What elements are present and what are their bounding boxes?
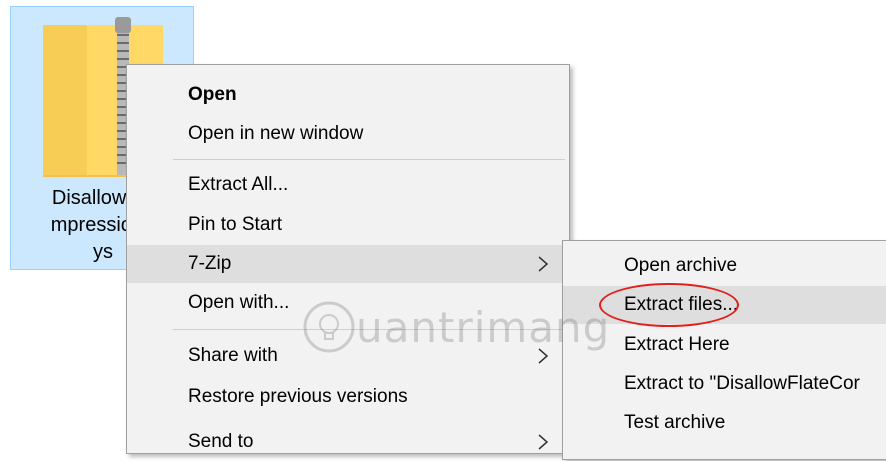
submenu-item-test-archive[interactable]: Test archive: [563, 404, 886, 442]
menu-item-label: Restore previous versions: [188, 386, 408, 407]
submenu-item-extract-files[interactable]: Extract files...: [563, 283, 886, 327]
chevron-right-icon: [538, 256, 549, 272]
menu-item-pin-to-start[interactable]: Pin to Start: [127, 206, 569, 244]
submenu-item-label: Extract Here: [624, 334, 730, 355]
submenu-item-label: Test archive: [624, 412, 726, 433]
menu-item-label: Send to: [188, 431, 254, 452]
menu-item-share-with[interactable]: Share with: [127, 337, 569, 375]
menu-item-send-to[interactable]: Send to: [127, 423, 569, 461]
submenu-item-label: Extract to "DisallowFlateCor: [624, 373, 860, 394]
submenu-item-extract-to[interactable]: Extract to "DisallowFlateCor: [563, 365, 886, 403]
submenu-item-extract-here[interactable]: Extract Here: [563, 326, 886, 364]
menu-separator: [173, 159, 565, 160]
menu-item-label: 7-Zip: [188, 253, 232, 274]
menu-item-label: Extract All...: [188, 174, 289, 195]
submenu-item-open-archive[interactable]: Open archive: [563, 247, 886, 285]
menu-item-extract-all[interactable]: Extract All...: [127, 166, 569, 204]
submenu-item-label: Extract files...: [624, 294, 739, 315]
submenu-7zip: Open archive Extract files... Extract He…: [562, 240, 886, 460]
menu-separator: [173, 329, 565, 330]
chevron-right-icon: [538, 434, 549, 450]
menu-item-label: Open in new window: [188, 123, 364, 144]
menu-item-open-with[interactable]: Open with...: [127, 284, 569, 322]
chevron-right-icon: [538, 348, 549, 364]
menu-item-label: Open: [188, 84, 237, 105]
menu-item-label: Open with...: [188, 292, 290, 313]
submenu-item-label: Open archive: [624, 255, 738, 276]
menu-item-label: Pin to Start: [188, 214, 282, 235]
menu-item-restore-previous-versions[interactable]: Restore previous versions: [127, 378, 569, 416]
menu-item-label: Share with: [188, 345, 278, 366]
menu-item-7zip[interactable]: 7-Zip: [127, 245, 569, 283]
menu-item-open-new-window[interactable]: Open in new window: [127, 115, 569, 153]
menu-item-open[interactable]: Open: [127, 76, 569, 114]
context-menu: Open Open in new window Extract All... P…: [126, 64, 570, 454]
